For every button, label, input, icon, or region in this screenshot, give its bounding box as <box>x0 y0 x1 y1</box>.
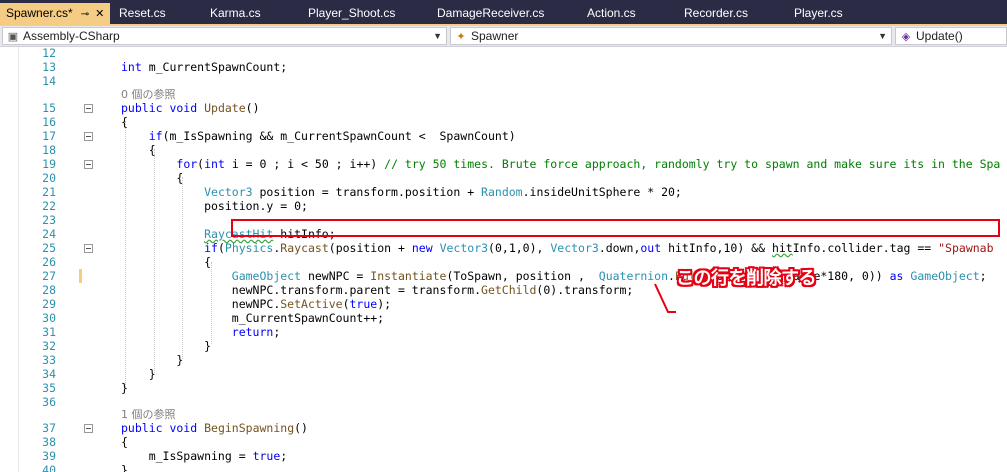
annotation-leader-line <box>654 283 676 313</box>
annotation-label: この行を削除する <box>676 268 817 289</box>
annotation-connector <box>654 283 676 313</box>
